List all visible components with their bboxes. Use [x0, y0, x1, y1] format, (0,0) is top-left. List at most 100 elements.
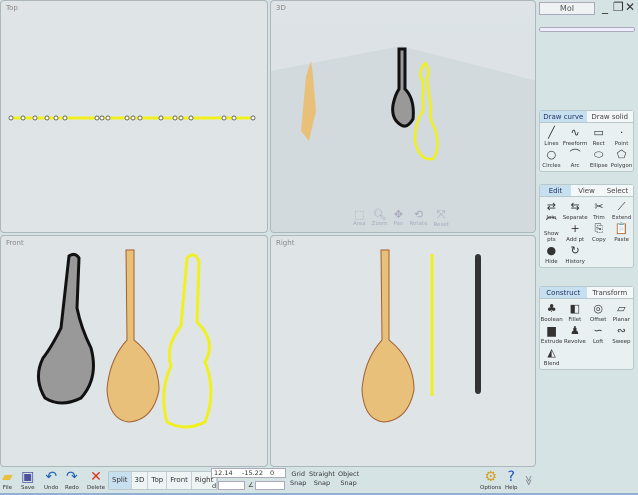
nav-zoom[interactable]: 🔍︎ Zoom	[372, 208, 388, 228]
label: Straight	[309, 470, 335, 478]
fillet-icon: ◧	[569, 302, 581, 315]
object-snap-toggle[interactable]: Object Snap	[338, 470, 359, 488]
nav-area[interactable]: ⬚ Area	[353, 208, 366, 228]
show-pts-icon: ⌒	[545, 216, 557, 229]
arc-icon: ⌒	[569, 148, 581, 161]
tab-transform[interactable]: Transform	[586, 287, 633, 298]
expand-chevron-icon[interactable]: ≫	[523, 475, 534, 485]
tool-show-pts[interactable]: ⌒ Show pts	[540, 216, 563, 243]
tool-point[interactable]: · Point	[610, 125, 633, 147]
tool-label: Paste	[614, 237, 630, 243]
edit-panel: Edit View Select ⇄ Join ⇆ Separate ✂ Trim ⟋ Exten…	[539, 184, 634, 268]
tool-offset[interactable]: ◎ Offset	[587, 301, 610, 323]
grid-snap-toggle[interactable]: Grid Snap	[290, 470, 306, 488]
separate-icon: ⇆	[570, 200, 580, 213]
tool-revolve[interactable]: ♟ Revolve	[563, 323, 586, 345]
save-icon: ▣	[21, 469, 35, 485]
tool-label: Hide	[545, 259, 558, 265]
label: Undo	[44, 485, 59, 491]
bottom-toolbar: ▰ File ▣ Save ↶ Undo ↷ Redo ✕ Delete Split 3D…	[0, 467, 638, 495]
redo-button[interactable]: ↷ Redo	[65, 469, 79, 491]
tab-construct[interactable]: Construct	[540, 287, 587, 298]
straight-snap-toggle[interactable]: Straight Snap	[309, 470, 335, 488]
tab-draw-solid[interactable]: Draw solid	[586, 111, 633, 122]
point-icon: ·	[619, 126, 624, 139]
tab-select[interactable]: Select	[602, 185, 633, 196]
view-front[interactable]: Front	[167, 472, 192, 489]
undo-button[interactable]: ↶ Undo	[44, 469, 58, 491]
construct-panel: Construct Transform ♣ Boolean ◧ Fillet ◎ Offse…	[539, 286, 634, 370]
tool-loft[interactable]: ∽ Loft	[587, 323, 610, 345]
tool-separate[interactable]: ⇆ Separate	[563, 199, 588, 221]
tool-polygon[interactable]: ⬠ Polygon	[610, 147, 633, 169]
nav-rotate[interactable]: ⟲ Rotate	[409, 208, 427, 228]
planar-icon: ▱	[617, 302, 626, 315]
file-button[interactable]: ▰ File	[2, 469, 13, 491]
tool-ellipse[interactable]: ⬭ Ellipse	[587, 147, 610, 169]
tool-sweep[interactable]: ∾ Sweep	[610, 323, 633, 345]
label: Help	[505, 485, 518, 491]
guitar-image	[106, 249, 160, 423]
nav-label: Zoom	[371, 221, 388, 227]
polygon-icon: ⬠	[616, 148, 627, 161]
tool-paste[interactable]: 📋 Paste	[610, 221, 633, 243]
nav-pan[interactable]: ✥ Pan	[394, 208, 404, 228]
distance-label: d	[212, 482, 217, 490]
lines-icon: ╱	[548, 126, 555, 139]
help-icon: ?	[507, 469, 515, 485]
restore-button[interactable]: ❐	[613, 0, 624, 14]
label: Grid	[291, 470, 305, 478]
tool-freeform[interactable]: ∿ Freeform	[563, 125, 588, 147]
tool-add-pt[interactable]: + Add pt	[563, 221, 588, 243]
tool-arc[interactable]: ⌒ Arc	[563, 147, 588, 169]
minimize-button[interactable]: _	[602, 0, 608, 14]
viewport-right[interactable]: Right	[270, 235, 536, 467]
tab-draw-curve[interactable]: Draw curve	[540, 111, 587, 122]
loft-icon: ∽	[593, 324, 603, 337]
tool-fillet[interactable]: ◧ Fillet	[563, 301, 586, 323]
tool-extend[interactable]: ⟋ Extend	[610, 199, 633, 221]
tool-blend[interactable]: ◭ Blend	[540, 345, 563, 367]
tab-view[interactable]: View	[571, 185, 602, 196]
help-button[interactable]: ? Help	[505, 469, 518, 491]
tool-copy[interactable]: ⎘ Copy	[588, 221, 611, 243]
label: File	[2, 485, 12, 491]
tool-hide[interactable]: ● Hide	[540, 243, 563, 265]
view-top[interactable]: Top	[148, 472, 168, 489]
offset-icon: ◎	[593, 302, 603, 315]
boolean-icon: ♣	[546, 302, 557, 315]
tool-rect[interactable]: ▭ Rect	[587, 125, 610, 147]
tool-trim[interactable]: ✂ Trim	[588, 199, 611, 221]
delete-button[interactable]: ✕ Delete	[87, 469, 105, 491]
tool-lines[interactable]: ╱ Lines	[540, 125, 563, 147]
view-split[interactable]: Split	[109, 472, 132, 489]
angle-input[interactable]	[255, 481, 285, 490]
guitar-solid	[37, 252, 95, 405]
tab-edit[interactable]: Edit	[540, 185, 571, 196]
nav-label: Reset	[433, 222, 449, 228]
tool-label: Circles	[542, 163, 561, 169]
tool-label: Revolve	[564, 339, 586, 345]
tool-extrude[interactable]: ▆ Extrude	[540, 323, 563, 345]
revolve-icon: ♟	[569, 324, 580, 337]
nav-reset[interactable]: ⤧ Reset	[433, 208, 448, 228]
redo-icon: ↷	[66, 469, 78, 485]
save-button[interactable]: ▣ Save	[21, 469, 35, 491]
tool-circles[interactable]: ○ Circles	[540, 147, 563, 169]
tool-planar[interactable]: ▱ Planar	[610, 301, 633, 323]
options-icon: ⚙	[484, 469, 497, 485]
viewport-3d[interactable]: 3D ⬚ Area 🔍︎ Zoom ✥ Pan ⟲ Rotate ⤧ Reset	[270, 0, 536, 233]
options-button[interactable]: ⚙ Options	[480, 469, 501, 491]
distance-input[interactable]	[218, 481, 245, 490]
scene-front	[37, 249, 213, 429]
tool-history[interactable]: ↻ History	[563, 243, 588, 265]
viewport-front[interactable]: Front	[0, 235, 268, 467]
viewport-top[interactable]: Top	[0, 0, 268, 233]
label: Snap	[313, 479, 331, 487]
tool-boolean[interactable]: ♣ Boolean	[540, 301, 563, 323]
nav-label: Area	[353, 221, 366, 227]
view-3d[interactable]: 3D	[132, 472, 149, 489]
close-button[interactable]: ✕	[625, 0, 635, 14]
scene-right	[361, 249, 481, 423]
guitar-image	[361, 249, 415, 423]
